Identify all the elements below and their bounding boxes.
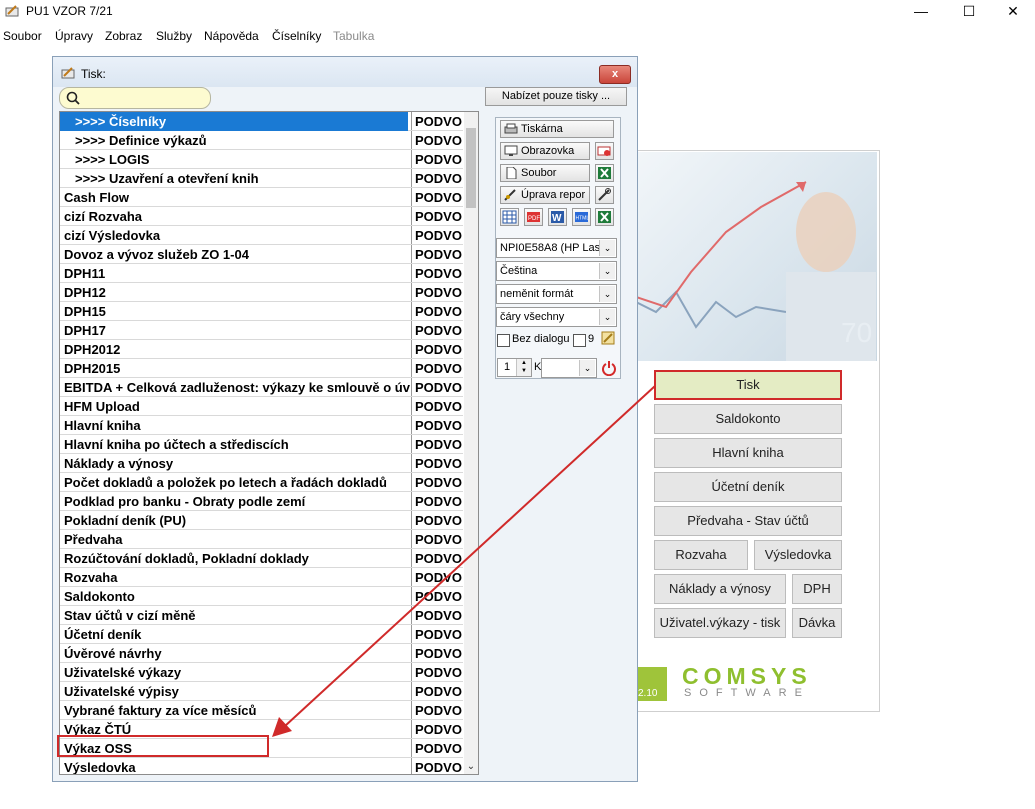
highlight-box-vykaz-oss — [57, 735, 269, 757]
annotation-overlay — [57, 385, 656, 757]
arrow-head-icon — [272, 717, 292, 737]
annotation-arrow — [284, 385, 656, 727]
